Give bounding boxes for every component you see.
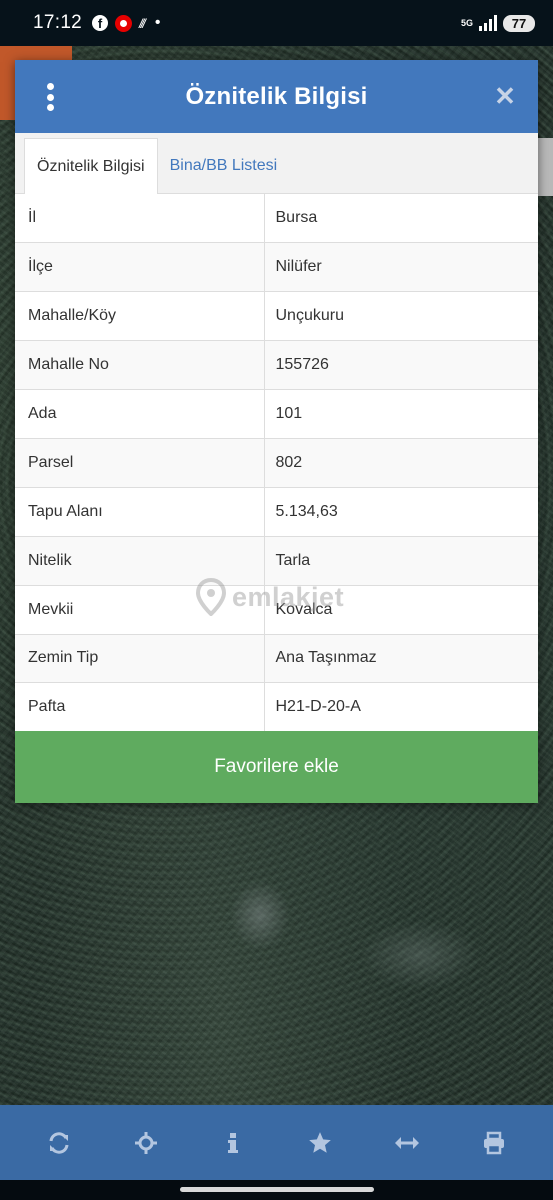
map-feature — [537, 138, 553, 196]
row-label: İl — [15, 194, 265, 244]
dialog-header: Öznitelik Bilgisi ✕ — [15, 60, 538, 133]
star-icon[interactable] — [300, 1123, 340, 1163]
refresh-icon[interactable] — [39, 1123, 79, 1163]
row-value: 5.134,63 — [264, 487, 538, 537]
map-feature — [230, 880, 290, 950]
signal-icon — [479, 15, 497, 31]
more-notifications-dot-icon: • — [154, 14, 161, 31]
status-time: 17:12 — [33, 12, 83, 33]
close-icon[interactable]: ✕ — [492, 83, 518, 109]
nfc-icon: /// — [139, 15, 146, 31]
location-pin-icon — [196, 578, 226, 616]
row-value: Unçukuru — [264, 291, 538, 342]
watermark-text: emlakjet — [232, 581, 345, 612]
table-row: İlçe Nilüfer — [15, 242, 538, 293]
row-value: 802 — [264, 438, 538, 488]
tab-building-list[interactable]: Bina/BB Listesi — [158, 138, 290, 193]
row-value: 101 — [264, 389, 538, 439]
network-type: 5G — [460, 17, 473, 28]
locate-icon[interactable] — [126, 1123, 166, 1163]
row-value: H21-D-20-A — [264, 682, 538, 733]
facebook-icon: f — [92, 15, 109, 31]
dialog-title: Öznitelik Bilgisi — [185, 82, 368, 110]
row-label: Tapu Alanı — [15, 487, 265, 537]
info-icon[interactable] — [213, 1123, 253, 1163]
row-value: 155726 — [264, 340, 538, 391]
notification-icons: f /// • — [92, 14, 161, 32]
attribute-info-dialog: Öznitelik Bilgisi ✕ Öznitelik Bilgisi Bi… — [15, 60, 538, 803]
table-row: Ada 101 — [15, 389, 538, 439]
table-row: Zemin Tip Ana Taşınmaz — [15, 634, 538, 684]
tab-attribute-info[interactable]: Öznitelik Bilgisi — [24, 138, 158, 194]
row-label: Zemin Tip — [15, 634, 265, 684]
system-navigation-bar — [0, 1180, 553, 1200]
row-value: Bursa — [264, 194, 538, 244]
table-row: İl Bursa — [15, 194, 538, 244]
add-to-favorites-button[interactable]: Favorilere ekle — [15, 731, 538, 803]
battery-level: 77 — [503, 14, 535, 32]
system-indicators: 5G 77 — [460, 14, 535, 32]
row-label: Parsel — [15, 438, 265, 488]
row-value: Ana Taşınmaz — [264, 634, 538, 684]
watermark: emlakjet — [196, 578, 344, 616]
table-row: Mahalle/Köy Unçukuru — [15, 291, 538, 342]
map-toolbar — [0, 1105, 553, 1180]
table-row: Pafta H21-D-20-A — [15, 682, 538, 733]
home-gesture-handle[interactable] — [180, 1187, 374, 1192]
row-label: Ada — [15, 389, 265, 439]
row-value: Nilüfer — [264, 242, 538, 293]
row-label: Mahalle No — [15, 340, 265, 391]
print-icon[interactable] — [474, 1123, 514, 1163]
row-label: Pafta — [15, 682, 265, 733]
row-label: İlçe — [15, 242, 265, 293]
row-label: Mahalle/Köy — [15, 291, 265, 342]
table-row: Mahalle No 155726 — [15, 340, 538, 391]
table-row: Tapu Alanı 5.134,63 — [15, 487, 538, 537]
status-bar: 17:12 f /// • 5G 77 — [0, 0, 553, 46]
measure-icon[interactable] — [387, 1123, 427, 1163]
tab-bar: Öznitelik Bilgisi Bina/BB Listesi — [15, 133, 538, 194]
map-feature — [360, 920, 480, 990]
attribute-table: İl Bursa İlçe Nilüfer Mahalle/Köy Unçuku… — [15, 194, 538, 733]
kebab-menu-icon[interactable] — [43, 83, 57, 111]
vodafone-icon — [115, 14, 133, 32]
table-row: Parsel 802 — [15, 438, 538, 488]
